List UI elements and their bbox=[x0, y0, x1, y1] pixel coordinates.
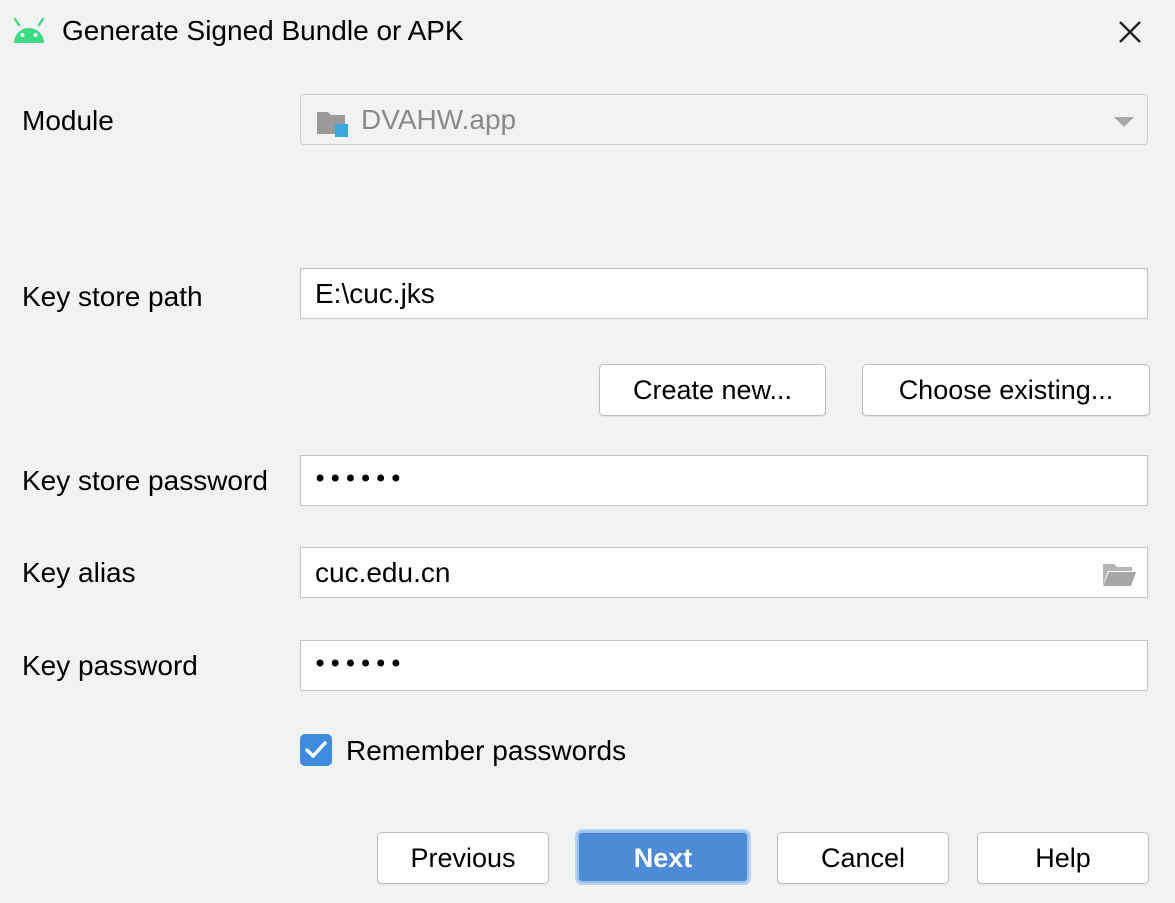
key-alias-value: cuc.edu.cn bbox=[315, 557, 451, 588]
chevron-down-icon bbox=[1114, 117, 1134, 127]
key-store-path-label: Key store path bbox=[22, 281, 203, 312]
key-alias-input[interactable]: cuc.edu.cn bbox=[300, 547, 1148, 598]
next-button[interactable]: Next bbox=[577, 831, 749, 883]
key-store-password-input[interactable]: •••••• bbox=[300, 455, 1148, 506]
key-store-path-input[interactable]: E:\cuc.jks bbox=[300, 268, 1148, 319]
remember-passwords-label[interactable]: Remember passwords bbox=[346, 734, 626, 768]
key-store-path-value: E:\cuc.jks bbox=[315, 278, 435, 309]
key-password-mask: •••••• bbox=[313, 650, 404, 678]
window-title: Generate Signed Bundle or APK bbox=[62, 15, 464, 46]
folder-open-icon[interactable] bbox=[1101, 561, 1137, 587]
help-button[interactable]: Help bbox=[977, 832, 1149, 884]
key-password-input[interactable]: •••••• bbox=[300, 640, 1148, 691]
module-folder-icon bbox=[317, 112, 348, 137]
choose-existing-button[interactable]: Choose existing... bbox=[862, 364, 1150, 416]
key-store-password-label: Key store password bbox=[22, 465, 268, 496]
module-value: DVAHW.app bbox=[361, 104, 517, 135]
key-password-label: Key password bbox=[22, 650, 198, 681]
android-icon bbox=[13, 17, 45, 43]
cancel-button[interactable]: Cancel bbox=[777, 832, 949, 884]
module-select[interactable]: DVAHW.app bbox=[300, 94, 1148, 145]
title-bar: Generate Signed Bundle or APK bbox=[0, 0, 1175, 64]
previous-button[interactable]: Previous bbox=[377, 832, 549, 884]
key-store-password-mask: •••••• bbox=[313, 465, 404, 493]
remember-passwords-checkbox[interactable] bbox=[300, 734, 332, 766]
key-alias-label: Key alias bbox=[22, 557, 136, 588]
create-new-button[interactable]: Create new... bbox=[599, 364, 826, 416]
checkmark-icon bbox=[305, 741, 327, 758]
module-label: Module bbox=[22, 105, 114, 136]
close-icon bbox=[1119, 21, 1141, 43]
close-button[interactable] bbox=[1110, 12, 1150, 52]
